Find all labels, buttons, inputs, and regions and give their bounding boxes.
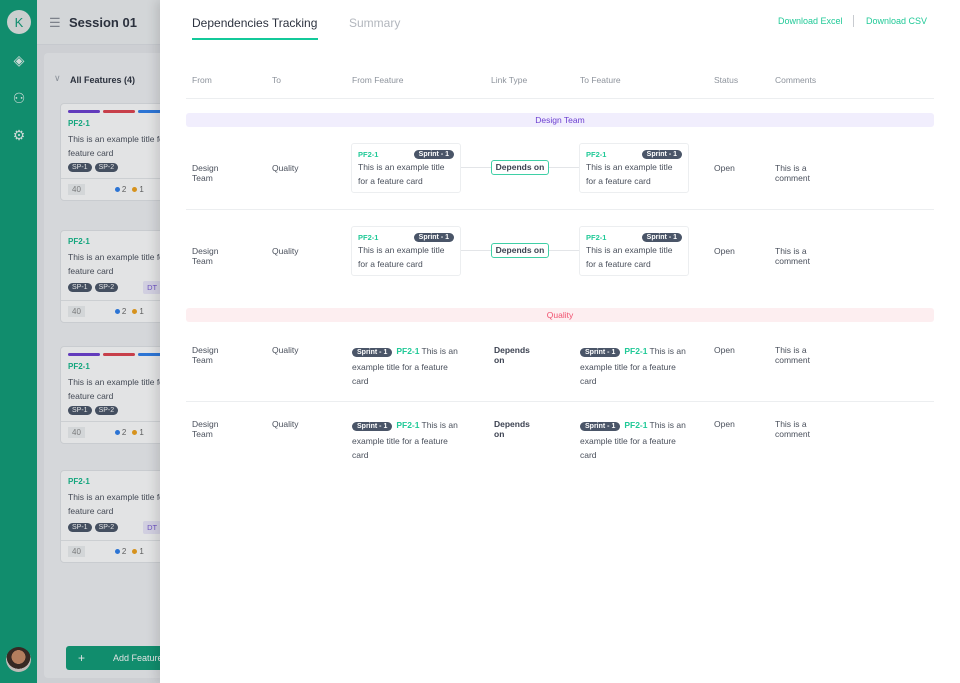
sprint-badge: Sprint - 1	[580, 422, 621, 431]
status-cell: Open	[714, 419, 735, 429]
to-feature[interactable]: Sprint - 1 PF2-1 This is an example title …	[580, 344, 692, 388]
feature-id[interactable]: PF2-1	[586, 233, 606, 242]
from-cell: Design Team	[192, 419, 219, 439]
group-header: Design Team	[186, 113, 934, 127]
link-type-badge[interactable]: Depends on	[491, 160, 549, 175]
to-cell: Quality	[272, 345, 299, 355]
column-header[interactable]: To Feature	[580, 75, 621, 85]
feature-title: This is an example title	[586, 162, 673, 172]
link-type-badge[interactable]: Depends on	[491, 243, 549, 258]
connector-line	[461, 167, 491, 168]
feature-id[interactable]: PF2-1	[358, 233, 378, 242]
sprint-badge: Sprint - 1	[641, 150, 682, 159]
feature-title: This is an example title	[358, 245, 445, 255]
status-cell: Open	[714, 163, 735, 173]
feature-title-line2: for a feature card	[358, 176, 423, 186]
feature-id[interactable]: PF2-1	[358, 150, 378, 159]
column-header[interactable]: Link Type	[491, 75, 527, 85]
column-header[interactable]: From	[192, 75, 212, 85]
tab-dependencies-tracking[interactable]: Dependencies Tracking	[192, 16, 317, 30]
to-cell: Quality	[272, 419, 299, 429]
row-divider	[186, 401, 934, 402]
sprint-badge: Sprint - 1	[413, 150, 454, 159]
to-cell: Quality	[272, 246, 299, 256]
to-feature-card[interactable]: PF2-1 Sprint - 1 This is an example title f…	[579, 143, 689, 193]
active-tab-indicator	[192, 38, 318, 40]
feature-id[interactable]: PF2-1	[586, 150, 606, 159]
sprint-badge: Sprint - 1	[413, 233, 454, 242]
from-cell: Design Team	[192, 345, 219, 365]
column-header[interactable]: To	[272, 75, 281, 85]
card-top: PF2-1 Sprint - 1	[358, 233, 454, 242]
column-header[interactable]: Comments	[775, 75, 816, 85]
overlay-backdrop[interactable]	[0, 0, 160, 683]
feature-title: This is an example title	[586, 245, 673, 255]
card-top: PF2-1 Sprint - 1	[586, 233, 682, 242]
comment-cell: This is a comment	[775, 419, 810, 439]
to-feature[interactable]: Sprint - 1 PF2-1 This is an example title …	[580, 418, 692, 462]
from-feature-card[interactable]: PF2-1 Sprint - 1 This is an example title f…	[351, 143, 461, 193]
divider	[853, 15, 854, 27]
from-feature[interactable]: Sprint - 1 PF2-1 This is an example title …	[352, 344, 464, 388]
feature-id[interactable]: PF2-1	[396, 420, 419, 430]
download-excel-link[interactable]: Download Excel	[778, 16, 843, 26]
from-feature-card[interactable]: PF2-1 Sprint - 1 This is an example title f…	[351, 226, 461, 276]
feature-title: This is an example title	[358, 162, 445, 172]
comment-cell: This is a comment	[775, 246, 810, 266]
status-cell: Open	[714, 345, 735, 355]
connector-line	[461, 250, 491, 251]
feature-title-line2: for a feature card	[586, 176, 651, 186]
column-header[interactable]: Status	[714, 75, 738, 85]
from-cell: Design Team	[192, 163, 219, 183]
download-csv-link[interactable]: Download CSV	[866, 16, 927, 26]
sprint-badge: Sprint - 1	[580, 348, 621, 357]
feature-id[interactable]: PF2-1	[396, 346, 419, 356]
sprint-badge: Sprint - 1	[641, 233, 682, 242]
connector-line	[549, 167, 579, 168]
sprint-badge: Sprint - 1	[352, 422, 393, 431]
from-feature[interactable]: Sprint - 1 PF2-1 This is an example title …	[352, 418, 464, 462]
link-type[interactable]: Depends on	[494, 345, 530, 365]
feature-title-line2: for a feature card	[586, 259, 651, 269]
sprint-badge: Sprint - 1	[352, 348, 393, 357]
from-cell: Design Team	[192, 246, 219, 266]
link-type[interactable]: Depends on	[494, 419, 530, 439]
comment-cell: This is a comment	[775, 345, 810, 365]
connector-line	[549, 250, 579, 251]
dependencies-drawer: Dependencies Tracking Summary Download E…	[160, 0, 960, 683]
comment-cell: This is a comment	[775, 163, 810, 183]
feature-id[interactable]: PF2-1	[624, 420, 647, 430]
feature-id[interactable]: PF2-1	[624, 346, 647, 356]
status-cell: Open	[714, 246, 735, 256]
to-feature-card[interactable]: PF2-1 Sprint - 1 This is an example title f…	[579, 226, 689, 276]
feature-title-line2: for a feature card	[358, 259, 423, 269]
row-divider	[186, 209, 934, 210]
header-divider	[186, 98, 934, 99]
card-top: PF2-1 Sprint - 1	[586, 150, 682, 159]
to-cell: Quality	[272, 163, 299, 173]
group-header: Quality	[186, 308, 934, 322]
column-header[interactable]: From Feature	[352, 75, 404, 85]
tab-summary[interactable]: Summary	[349, 16, 400, 30]
card-top: PF2-1 Sprint - 1	[358, 150, 454, 159]
